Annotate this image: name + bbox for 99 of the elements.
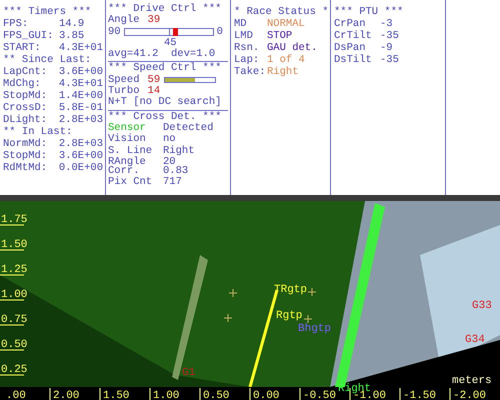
- detect-label: Corr.: [108, 166, 140, 178]
- axis-label: 2.00: [53, 390, 80, 400]
- ptu-label: CrPan: [334, 18, 367, 30]
- detect-value: Right: [163, 146, 195, 157]
- status-label: Take:: [234, 66, 267, 78]
- marker-label: Rgtp: [276, 310, 302, 322]
- axis-label: -2.00: [453, 390, 486, 400]
- ptu-value: -35: [380, 54, 399, 66]
- timer-value: 14.9: [59, 18, 84, 30]
- timer-label: FPS_GUI:: [3, 30, 54, 42]
- timer-value: 3.85: [59, 30, 84, 42]
- ptu-label: DsPan: [334, 42, 367, 54]
- axis-label: 1.25: [1, 264, 28, 276]
- status-value: STOP: [267, 30, 292, 42]
- speed-value: 59: [148, 74, 160, 86]
- timer-value: 2.8E+03: [58, 138, 103, 150]
- slider-center-label: 45: [164, 38, 177, 49]
- detect-value: 717: [163, 177, 182, 189]
- marker-label: G34: [465, 334, 485, 346]
- timer-value: 5.8E-01: [58, 102, 103, 114]
- timer-label: MdChg:: [3, 78, 42, 90]
- timer-value: 2.8E+03: [58, 114, 103, 126]
- angle-value: 39: [148, 15, 160, 27]
- crosshair-icon: [228, 288, 238, 298]
- slider-min-label: 90: [108, 26, 121, 38]
- detect-label: S. Line: [108, 146, 154, 157]
- ptu-label: CrTilt: [334, 30, 373, 42]
- panel-title: *** PTU ***: [334, 6, 404, 18]
- status-label: Lap:: [234, 54, 260, 66]
- status-label: MD: [234, 18, 248, 30]
- angle-label: Angle: [108, 15, 140, 27]
- slider-max-label: 0: [216, 26, 223, 38]
- steering-slider[interactable]: [124, 28, 214, 36]
- section-heading: ** Since Last:: [3, 54, 92, 66]
- speed-label: Speed: [108, 74, 140, 86]
- detect-label: RAngle: [108, 156, 147, 168]
- timer-label: StopMd:: [3, 150, 48, 162]
- axis-label: 0.50: [1, 339, 28, 351]
- timer-value: 3.6E+00: [58, 150, 103, 162]
- slider-thumb[interactable]: [172, 28, 178, 36]
- detect-label: Vision: [108, 134, 146, 146]
- crosshair-icon: [304, 314, 312, 324]
- timer-value: 4.3E+01: [58, 42, 103, 54]
- timer-label: LapCnt:: [3, 66, 48, 78]
- detect-value: 0.83: [163, 166, 188, 178]
- status-label: Rsn.: [234, 42, 260, 54]
- axis-label: 1.50: [1, 239, 28, 251]
- mode-text: N+T [no DC search]: [108, 96, 222, 108]
- axis-label: 1.75: [1, 214, 28, 226]
- turbo-value: 14: [148, 86, 160, 98]
- crosshair-icon: [308, 288, 316, 296]
- timer-label: DLight:: [3, 114, 48, 126]
- axis-label: 1.50: [103, 390, 130, 400]
- status-value: NORMAL: [267, 18, 305, 30]
- detect-value: Detected: [163, 122, 214, 134]
- timer-value: 4.3E+01: [58, 78, 103, 90]
- timer-label: CrossD:: [3, 102, 48, 114]
- axis-label: 0.25: [1, 364, 28, 376]
- section-heading: ** In Last:: [3, 126, 74, 138]
- panel-title: *** Timers ***: [3, 6, 92, 18]
- marker-label: Bhgtp: [298, 323, 332, 335]
- timer-label: StopMd:: [3, 90, 48, 102]
- crosshair-icon: [224, 314, 232, 322]
- ptu-value: -3: [380, 18, 393, 30]
- timer-label: RdMtMd:: [3, 162, 48, 174]
- marker-label: G33: [472, 300, 492, 312]
- marker-label: G1: [182, 367, 196, 379]
- timer-value: 1.4E+00: [58, 90, 103, 102]
- marker-label: TRgtp: [274, 284, 308, 296]
- status-value: 1 of 4: [267, 54, 305, 66]
- status-value: Right: [267, 66, 299, 78]
- panel-title: *** Speed Ctrl ***: [108, 63, 222, 74]
- detect-value: no: [163, 134, 176, 146]
- status-label: LMD: [234, 30, 254, 42]
- ptu-label: DsTilt: [334, 54, 373, 66]
- axis-label: 1.00: [1, 289, 28, 301]
- ptu-value: -9: [380, 42, 393, 54]
- axis-label: 0.00: [253, 390, 280, 400]
- axis-label: .00: [6, 390, 26, 400]
- turbo-label: Turbo: [108, 86, 140, 98]
- panel-title: *** Cross Det. ***: [108, 112, 222, 123]
- timer-value: 0.0E+00: [58, 162, 103, 174]
- axis-label: 0.75: [1, 314, 28, 326]
- axis-unit-label: meters: [452, 375, 492, 387]
- axis-label: -1.50: [403, 390, 436, 400]
- timer-label: START:: [3, 42, 42, 54]
- ptu-value: -35: [380, 30, 399, 42]
- axis-label: 0.50: [203, 390, 230, 400]
- status-value: GAU det.: [267, 42, 318, 54]
- timer-label: NormMd:: [3, 138, 48, 150]
- panel-title: * Race Status *: [234, 6, 328, 18]
- angle-stats: avg=41.2 dev=1.0: [108, 48, 216, 60]
- panel-title: *** Drive Ctrl ***: [108, 4, 222, 15]
- detect-label: Sensor: [108, 122, 147, 134]
- axis-label: -0.50: [303, 390, 336, 400]
- timer-value: 3.6E+00: [58, 66, 103, 78]
- timer-label: FPS:: [3, 18, 30, 30]
- detect-label: Pix Cnt: [108, 177, 154, 189]
- axis-label: 1.00: [153, 390, 180, 400]
